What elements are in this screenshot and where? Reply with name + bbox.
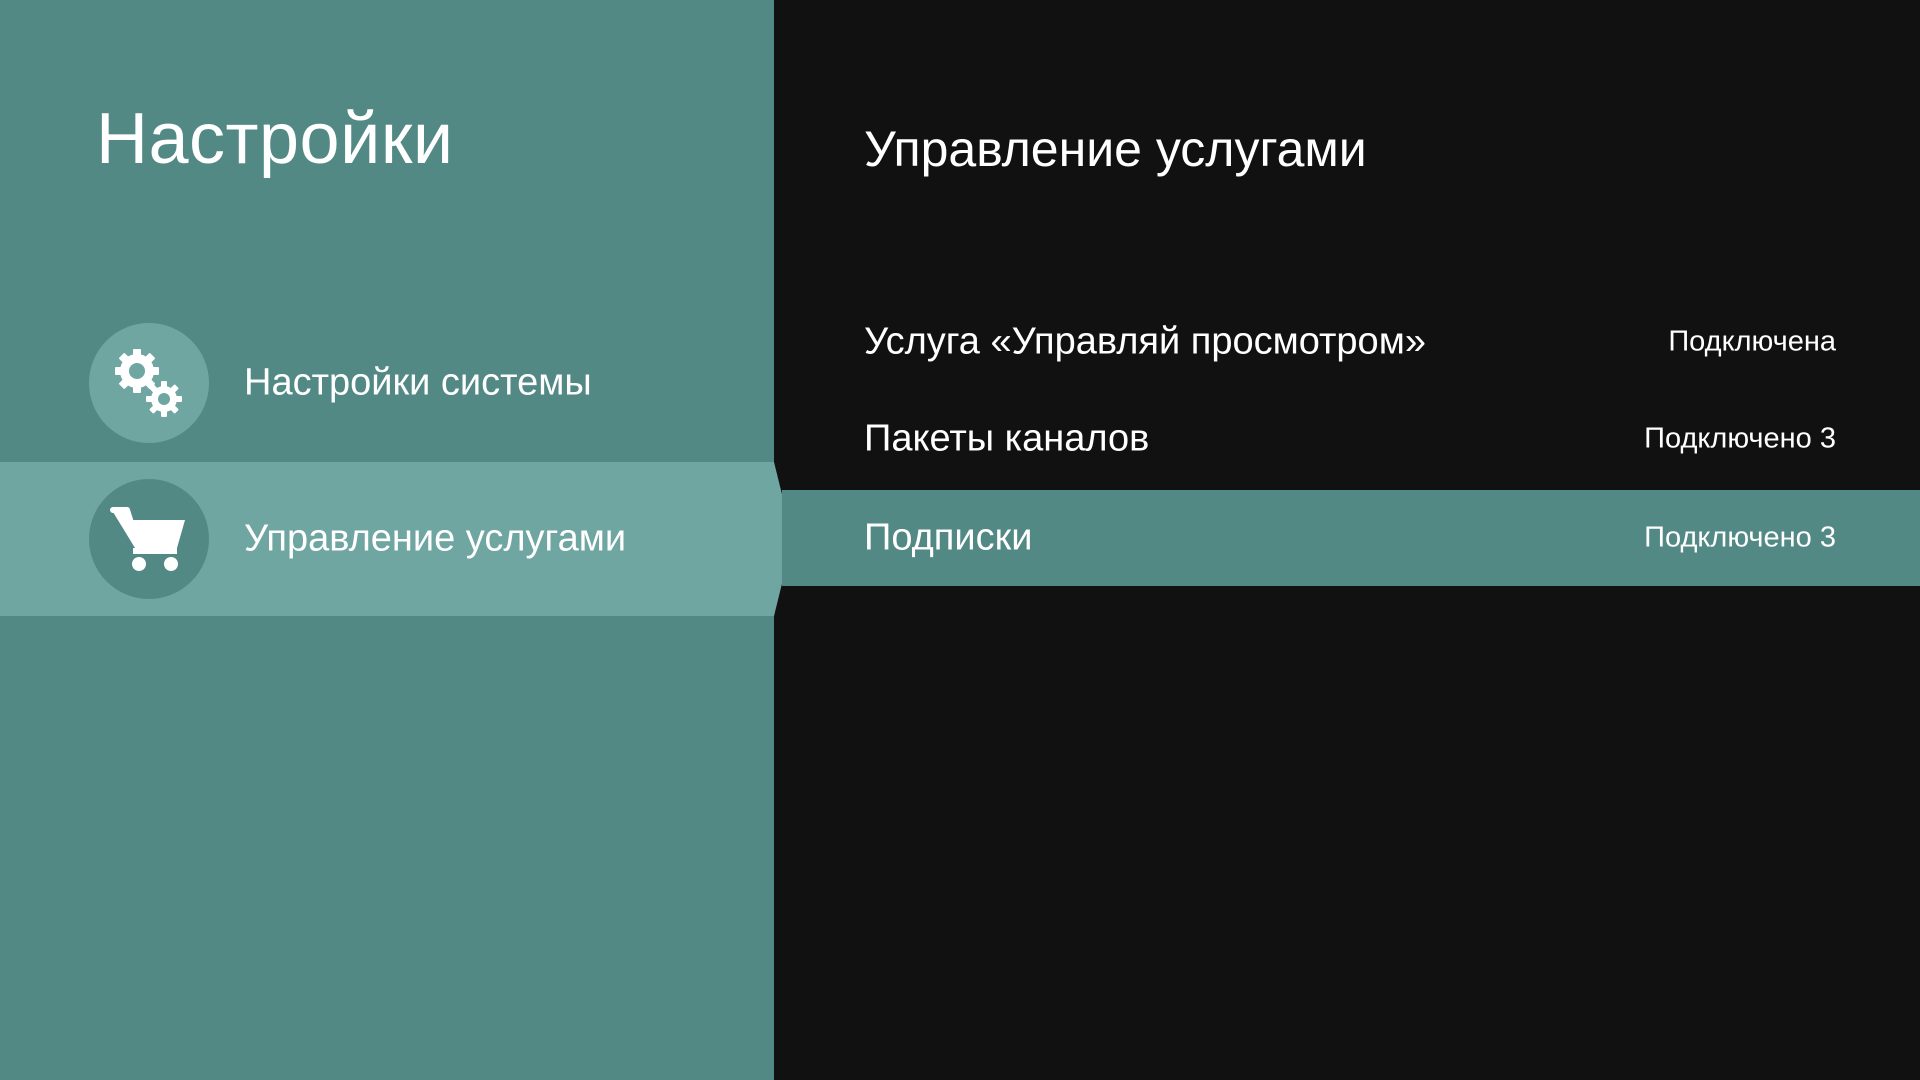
sidebar-item-service-management[interactable]: Управление услугами	[0, 462, 793, 616]
service-item-control-viewing[interactable]: Услуга «Управляй просмотром» Подключена	[782, 294, 1920, 390]
service-name: Пакеты каналов	[864, 417, 1150, 460]
settings-sidebar: Настройки Настройки системы Управление у…	[0, 0, 793, 1080]
service-name: Услуга «Управляй просмотром»	[864, 320, 1426, 363]
service-status: Подключена	[1668, 325, 1836, 358]
section-title: Управление услугами	[864, 121, 1367, 177]
service-name: Подписки	[864, 516, 1033, 559]
service-status: Подключено 3	[1644, 521, 1836, 554]
gears-icon	[89, 323, 209, 443]
sidebar-item-label: Управление услугами	[244, 517, 627, 560]
sidebar-item-label: Настройки системы	[244, 361, 592, 404]
service-item-channel-packages[interactable]: Пакеты каналов Подключено 3	[782, 391, 1920, 487]
settings-screen: Настройки Настройки системы Управление у…	[0, 0, 1920, 1080]
service-status: Подключено 3	[1644, 422, 1836, 455]
page-title: Настройки	[96, 99, 454, 179]
cart-icon	[89, 479, 209, 599]
service-item-subscriptions[interactable]: Подписки Подключено 3	[782, 490, 1920, 586]
sidebar-item-system-settings[interactable]: Настройки системы	[0, 306, 774, 460]
